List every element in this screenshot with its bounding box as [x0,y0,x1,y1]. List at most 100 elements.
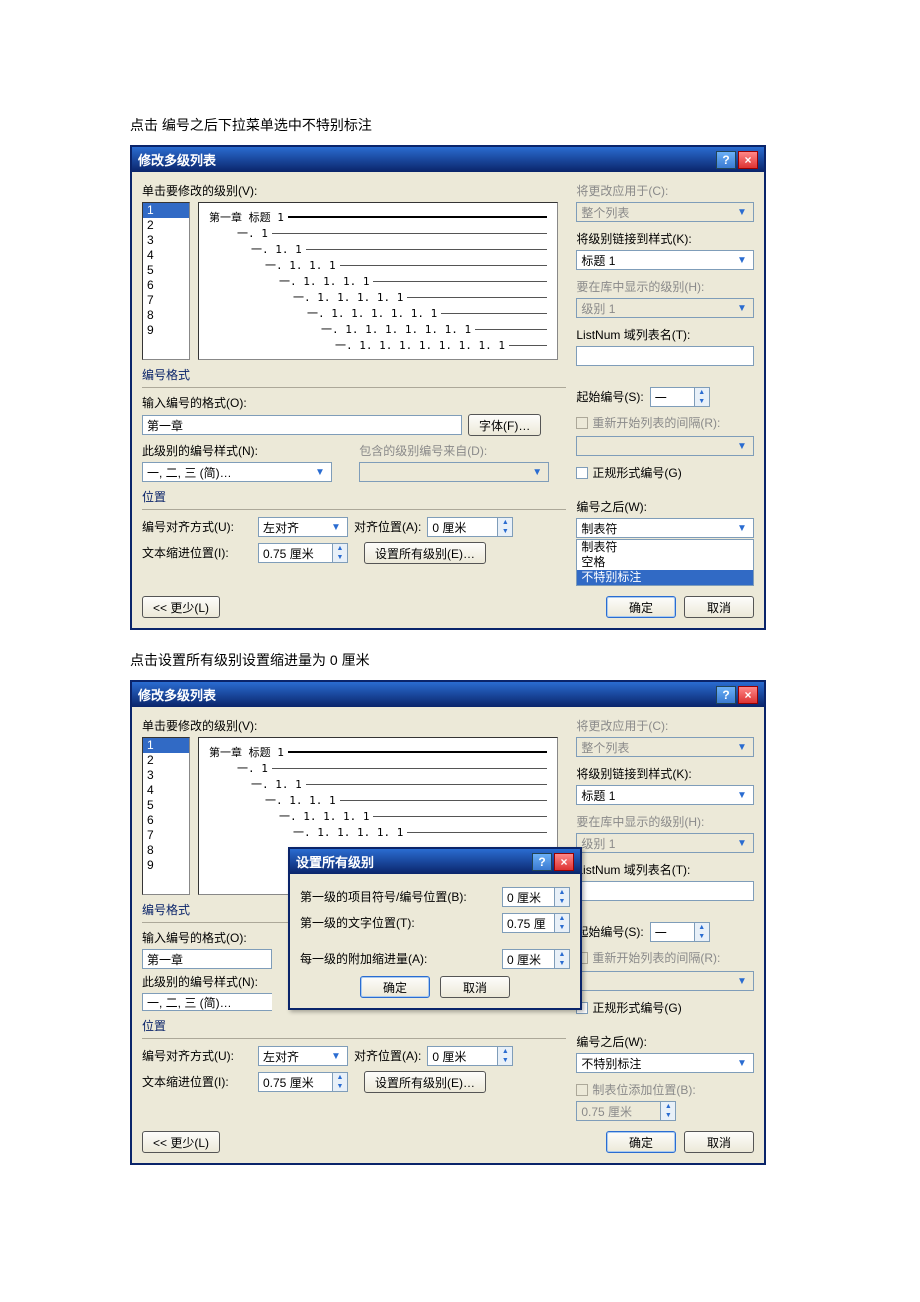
level-item[interactable]: 8 [143,843,189,858]
gallery-label: 要在库中显示的级别(H): [576,278,754,295]
alignpos-label: 对齐位置(A): [354,518,421,535]
level-label: 单击要修改的级别(V): [142,182,566,199]
level-item[interactable]: 4 [143,248,189,263]
listnum-label: ListNum 域列表名(T): [576,326,754,343]
titlebar[interactable]: 修改多级列表 ? × [132,147,764,172]
ok-button[interactable]: 确定 [606,596,676,618]
cancel-button[interactable]: 取消 [684,596,754,618]
level-item[interactable]: 6 [143,813,189,828]
restart-checkbox [576,417,588,429]
align-label: 编号对齐方式(U): [142,1047,252,1064]
chevron-down-icon: ▼ [735,439,749,453]
tabstop-spinner: ▲▼ [576,1101,754,1121]
titlebar[interactable]: 修改多级列表 ? × [132,682,764,707]
level-item[interactable]: 4 [143,783,189,798]
listnum-input[interactable] [576,881,754,901]
level-item[interactable]: 2 [143,753,189,768]
number-format-input[interactable] [142,949,272,969]
chevron-down-icon: ▼ [329,1049,343,1063]
start-number-spinner[interactable]: ▲▼ [650,922,710,942]
indent-label: 文本缩进位置(I): [142,1073,252,1090]
after-label: 编号之后(W): [576,1033,754,1050]
level-item[interactable]: 9 [143,323,189,338]
align-select[interactable]: 左对齐▼ [258,517,348,537]
number-format-input[interactable] [142,415,462,435]
after-option[interactable]: 不特别标注 [577,570,753,585]
indent-spinner[interactable]: ▲▼ [258,543,348,563]
after-select[interactable]: 制表符▼ [576,518,754,538]
level-item[interactable]: 7 [143,828,189,843]
level-listbox[interactable]: 1 2 3 4 5 6 7 8 9 [142,737,190,895]
start-label: 起始编号(S): [576,923,643,940]
inner-row3-spinner[interactable]: ▲▼ [502,949,570,969]
indent-spinner[interactable]: ▲▼ [258,1072,348,1092]
less-button[interactable]: << 更少(L) [142,1131,220,1153]
after-option[interactable]: 空格 [577,555,753,570]
help-icon[interactable]: ? [716,686,736,704]
level-item[interactable]: 7 [143,293,189,308]
close-icon[interactable]: × [554,853,574,871]
inner-row2-spinner[interactable]: ▲▼ [502,913,570,933]
inner-row1-spinner[interactable]: ▲▼ [502,887,570,907]
start-label: 起始编号(S): [576,388,643,405]
align-select[interactable]: 左对齐▼ [258,1046,348,1066]
level-listbox[interactable]: 1 2 3 4 5 6 7 8 9 [142,202,190,360]
align-position-spinner[interactable]: ▲▼ [427,517,513,537]
include-label: 包含的级别编号来自(D): [359,442,566,459]
section-position: 位置 [142,488,566,505]
level-item[interactable]: 3 [143,768,189,783]
font-button[interactable]: 字体(F)… [468,414,541,436]
chevron-down-icon: ▼ [735,205,749,219]
level-item[interactable]: 8 [143,308,189,323]
inner-cancel-button[interactable]: 取消 [440,976,510,998]
help-icon[interactable]: ? [716,151,736,169]
level-item[interactable]: 9 [143,858,189,873]
level-item[interactable]: 1 [143,203,189,218]
dialog-modify-multilevel-1: 修改多级列表 ? × 单击要修改的级别(V): 1 2 3 4 5 6 7 [130,145,766,630]
after-label: 编号之后(W): [576,498,754,515]
dialog-set-all-levels: 设置所有级别 ? × 第一级的项目符号/编号位置(B): ▲▼ 第一级的文字位置… [288,847,582,1010]
level-item[interactable]: 5 [143,263,189,278]
align-position-spinner[interactable]: ▲▼ [427,1046,513,1066]
set-all-levels-button[interactable]: 设置所有级别(E)… [364,1071,486,1093]
set-all-levels-button[interactable]: 设置所有级别(E)… [364,542,486,564]
preview-pane: 第一章 标题 1 一. 1 一. 1. 1 一. 1. 1. 1 一. 1. 1… [198,202,558,360]
close-icon[interactable]: × [738,686,758,704]
close-icon[interactable]: × [738,151,758,169]
listnum-input[interactable] [576,346,754,366]
level-item[interactable]: 3 [143,233,189,248]
cancel-button[interactable]: 取消 [684,1131,754,1153]
less-button[interactable]: << 更少(L) [142,596,220,618]
section-number-format: 编号格式 [142,366,566,383]
tabstop-checkbox [576,1084,588,1096]
after-options-list[interactable]: 制表符 空格 不特别标注 [576,539,754,586]
section-position: 位置 [142,1017,566,1034]
level-item[interactable]: 1 [143,738,189,753]
chevron-down-icon: ▼ [530,465,544,479]
number-style-select[interactable]: 一, 二, 三 (简)…▼ [142,462,332,482]
link-style-select[interactable]: 标题 1▼ [576,785,754,805]
inner-ok-button[interactable]: 确定 [360,976,430,998]
start-number-spinner[interactable]: ▲▼ [650,387,710,407]
level-item[interactable]: 6 [143,278,189,293]
after-option[interactable]: 制表符 [577,540,753,555]
chevron-down-icon: ▼ [735,521,749,535]
inner-title: 设置所有级别 [296,852,374,871]
link-label: 将级别链接到样式(K): [576,230,754,247]
level-item[interactable]: 2 [143,218,189,233]
after-select[interactable]: 不特别标注▼ [576,1053,754,1073]
include-level-select: ▼ [359,462,549,482]
restart-select: ▼ [576,971,754,991]
level-item[interactable]: 5 [143,798,189,813]
apply-label: 将更改应用于(C): [576,717,754,734]
tabstop-label: 制表位添加位置(B): [592,1081,695,1098]
legal-checkbox[interactable] [576,467,588,479]
restart-label: 重新开始列表的间隔(R): [592,949,720,966]
number-style-select[interactable]: 一, 二, 三 (简)… [142,993,272,1011]
chevron-down-icon: ▼ [735,301,749,315]
inner-titlebar[interactable]: 设置所有级别 ? × [290,849,580,874]
help-icon[interactable]: ? [532,853,552,871]
align-label: 编号对齐方式(U): [142,518,252,535]
ok-button[interactable]: 确定 [606,1131,676,1153]
link-style-select[interactable]: 标题 1▼ [576,250,754,270]
